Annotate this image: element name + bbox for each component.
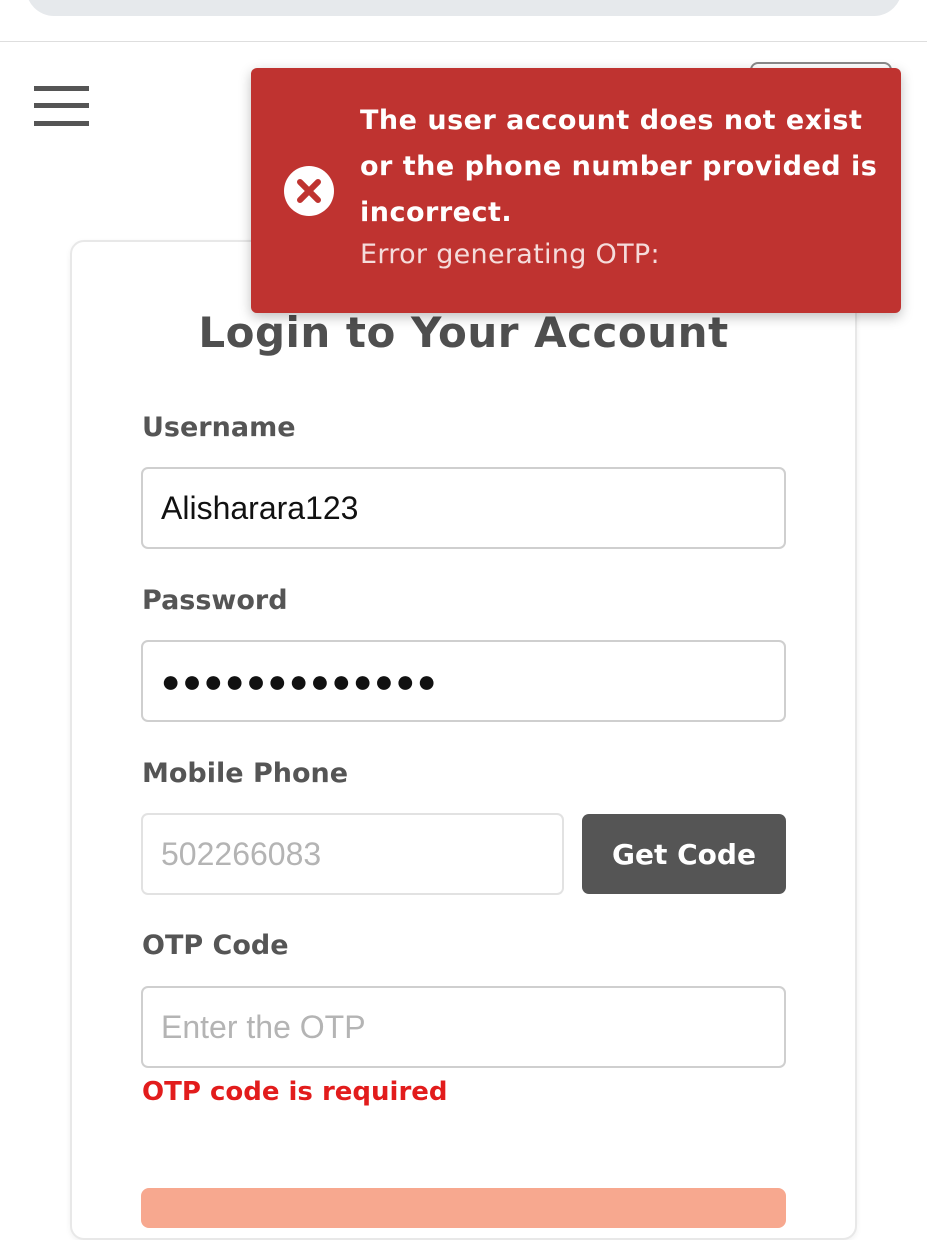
otp-code-label: OTP Code — [142, 930, 289, 961]
otp-error-message: OTP code is required — [142, 1077, 448, 1107]
error-circle-x-icon — [284, 166, 334, 216]
username-label: Username — [142, 412, 296, 443]
login-submit-button[interactable] — [141, 1188, 786, 1228]
page-title: Login to Your Account — [198, 308, 729, 357]
password-field[interactable]: ●●●●●●●●●●●●● — [141, 640, 786, 722]
browser-address-bar[interactable] — [26, 0, 902, 16]
toast-message: The user account does not exist or the p… — [360, 105, 878, 228]
error-toast[interactable]: The user account does not exist or the p… — [251, 68, 901, 313]
mobile-phone-label: Mobile Phone — [142, 758, 349, 789]
top-divider — [0, 41, 927, 42]
mobile-phone-field[interactable] — [141, 813, 564, 895]
toast-detail: Error generating OTP: — [360, 239, 660, 270]
otp-code-field[interactable] — [141, 986, 786, 1068]
password-label: Password — [142, 585, 288, 616]
hamburger-menu-icon[interactable] — [34, 86, 90, 128]
get-code-button[interactable]: Get Code — [582, 814, 786, 894]
username-field[interactable] — [141, 467, 786, 549]
